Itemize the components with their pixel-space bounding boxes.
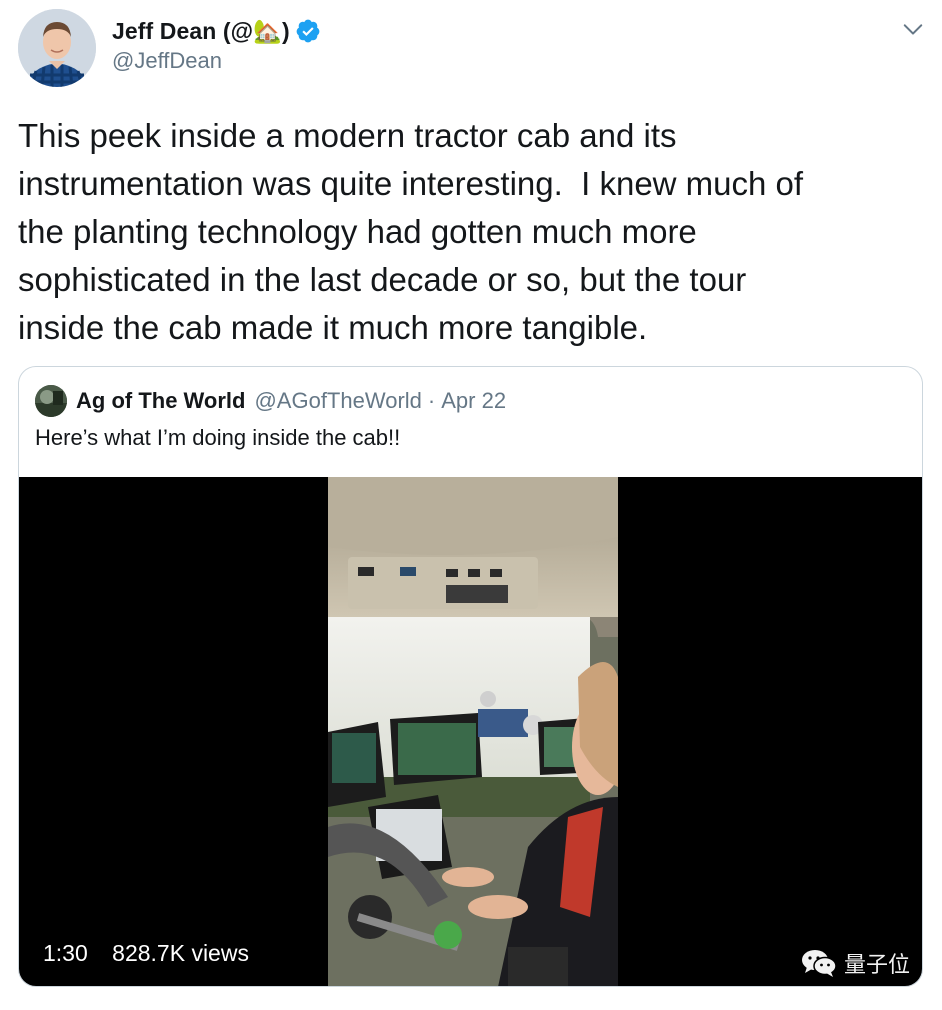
separator-dot: · <box>427 388 436 413</box>
quoted-tweet-text: Here’s what I’m doing inside the cab!! <box>35 425 401 450</box>
verified-badge-icon <box>296 19 320 43</box>
video-views: 828.7K views <box>112 940 249 966</box>
author-display-name[interactable]: Jeff Dean (@🏡) <box>112 18 290 45</box>
chevron-down-icon[interactable] <box>902 18 924 40</box>
quoted-author-handle[interactable]: @AGofTheWorld <box>254 388 421 414</box>
video-duration: 1:30 <box>43 940 88 966</box>
tractor-cab-video-thumbnail <box>328 477 618 986</box>
author-handle[interactable]: @JeffDean <box>112 48 222 74</box>
video-player[interactable]: 1:30 828.7K views 量子位 <box>19 477 922 986</box>
quoted-tweet-card[interactable]: Ag of The World @AGofTheWorld · Apr 22 H… <box>18 366 923 987</box>
quoted-author-name[interactable]: Ag of The World <box>76 388 245 414</box>
quoted-author-avatar[interactable] <box>35 385 67 417</box>
watermark-text: 量子位 <box>843 953 910 978</box>
quoted-tweet-date[interactable]: Apr 22 <box>441 388 506 414</box>
video-frame <box>328 477 618 986</box>
tweet-text: This peek inside a modern tractor cab an… <box>18 117 804 346</box>
profile-photo-icon <box>35 385 67 417</box>
wechat-icon <box>801 950 837 977</box>
watermark: 量子位 <box>800 947 910 979</box>
video-meta: 1:30 828.7K views <box>43 940 249 967</box>
profile-photo-icon <box>18 9 96 87</box>
author-avatar[interactable] <box>18 9 96 87</box>
